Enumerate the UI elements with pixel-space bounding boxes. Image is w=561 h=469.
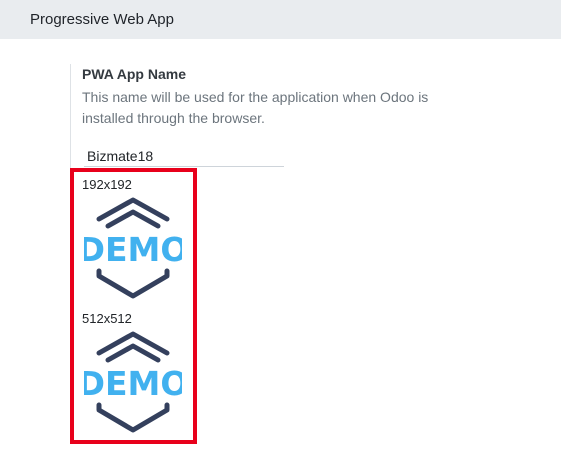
icon-size-label-512: 512x512	[82, 311, 132, 326]
setting-title: PWA App Name	[82, 66, 186, 82]
setting-description: This name will be used for the applicati…	[82, 89, 429, 126]
section-title: Progressive Web App	[30, 11, 174, 28]
icon-size-label-192: 192x192	[82, 177, 132, 192]
pwa-icon-192-image[interactable]: DEMO	[84, 197, 182, 299]
pwa-app-name-input[interactable]	[84, 145, 284, 167]
demo-logo-text: DEMO	[84, 364, 182, 403]
pwa-icon-512-image[interactable]: DEMO	[84, 331, 182, 433]
setting-divider	[70, 64, 71, 170]
section-header: Progressive Web App	[0, 0, 561, 39]
demo-logo-text: DEMO	[84, 230, 182, 269]
